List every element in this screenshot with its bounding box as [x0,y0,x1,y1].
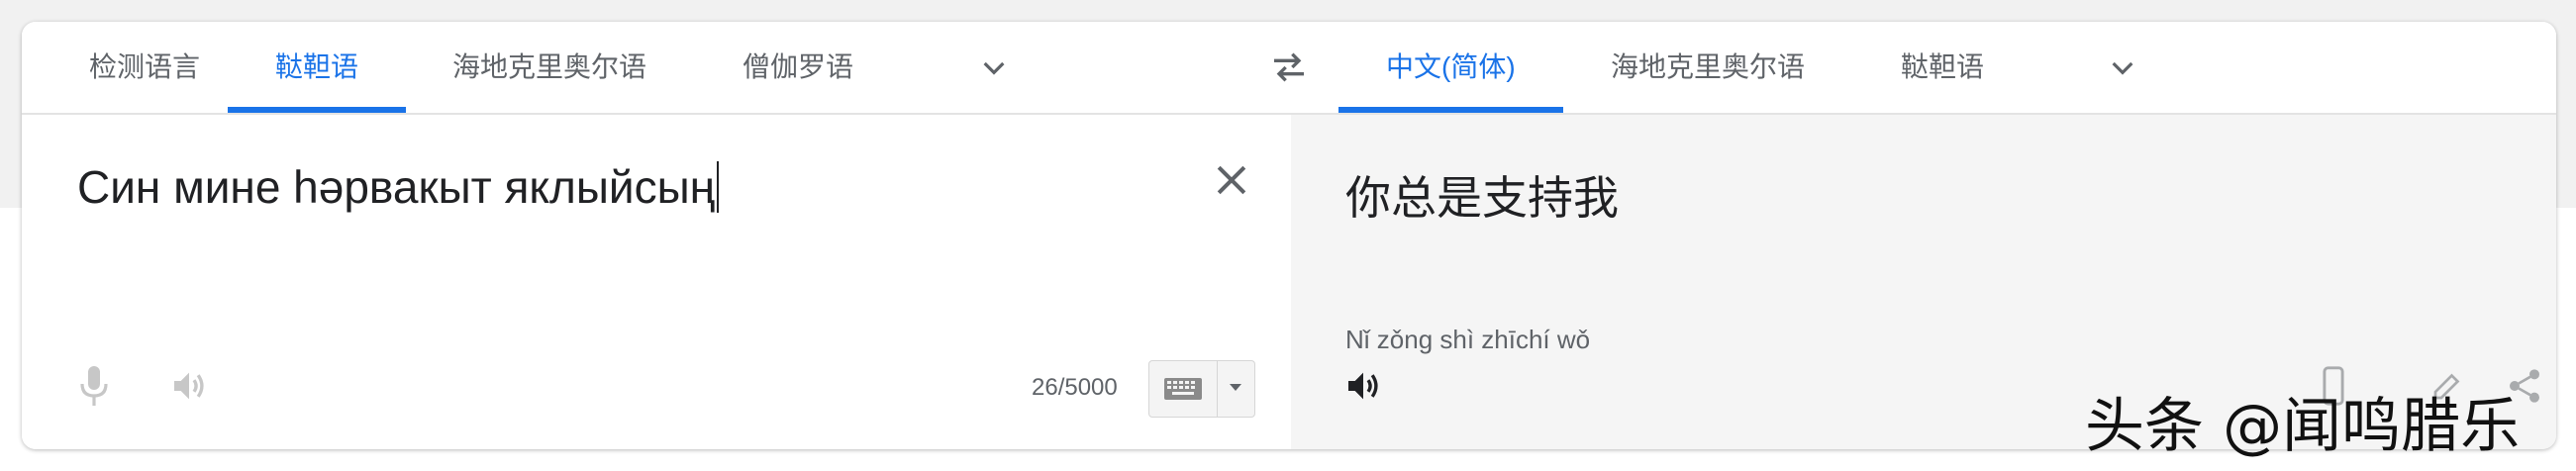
language-tab-bar: 检测语言 鞑靼语 海地克里奥尔语 僧伽罗语 中文(简体) 海地克里奥尔语 鞑靼语 [22,22,2556,115]
input-tools-divider [1217,361,1218,417]
translation-text: 你总是支持我 [1345,172,1619,224]
tab-source-sinhala[interactable]: 僧伽罗语 [695,22,901,113]
watermark: 头条 @闻鸣腊乐 [2085,392,2521,461]
tab-target-haitian-creole[interactable]: 海地克里奥尔语 [1563,22,1852,113]
tab-target-chinese-simplified[interactable]: 中文(简体) [1338,22,1563,113]
chevron-down-icon[interactable] [978,51,1010,83]
swap-horiz-icon[interactable] [1267,47,1311,87]
tab-source-haitian-creole[interactable]: 海地克里奥尔语 [405,22,694,113]
volume-icon[interactable] [1342,366,1384,406]
input-tools-button[interactable] [1148,360,1255,418]
caret-down-icon[interactable] [1229,383,1242,393]
character-count: 26/5000 [1032,374,1118,401]
volume-icon [174,372,204,400]
tab-target-tatar[interactable]: 鞑靼语 [1853,22,2031,113]
source-text-input[interactable]: Син мине һәрвакыт яклыйсың [77,160,720,214]
source-pane: Син мине һәрвакыт яклыйсың 26/5000 [22,115,1291,449]
keyboard-icon [1164,378,1202,400]
mic-icon [80,366,108,406]
translation-romanization: Nǐ zǒng shì zhīchí wǒ [1345,325,1591,354]
text-caret [717,161,720,213]
chevron-down-icon[interactable] [2107,51,2138,83]
close-icon[interactable] [1210,158,1253,202]
tab-source-tatar[interactable]: 鞑靼语 [228,22,407,113]
tab-detect-language[interactable]: 检测语言 [42,22,248,113]
source-text-value: Син мине һәрвакыт яклыйсың [77,161,716,213]
